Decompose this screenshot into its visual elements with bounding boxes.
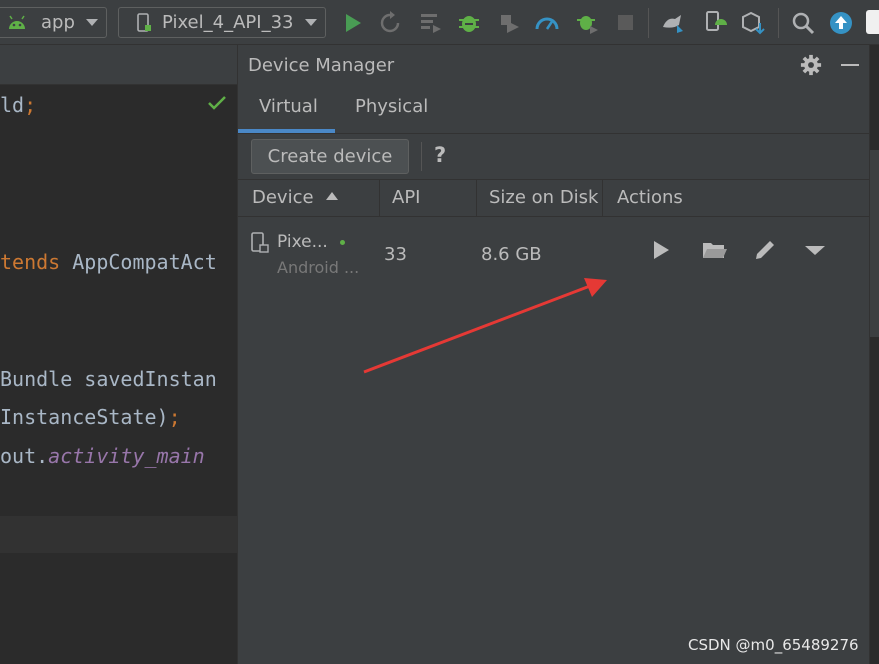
apply-changes-icon[interactable] [419, 11, 443, 35]
device-api: 33 [384, 244, 407, 265]
column-header-size[interactable]: Size on Disk [477, 180, 603, 216]
minimize-icon[interactable] [841, 64, 859, 66]
code-line: out.activity_main [0, 444, 205, 468]
android-icon [9, 15, 25, 29]
tab-divider [238, 133, 870, 134]
run-icon[interactable] [341, 11, 365, 35]
code-line: tends AppCompatAct [0, 250, 217, 274]
current-line-highlight [0, 516, 237, 553]
sdk-manager-icon[interactable] [741, 11, 765, 35]
run-config-selector[interactable]: app [0, 7, 107, 38]
sort-ascending-icon [325, 192, 338, 200]
chevron-down-icon [305, 19, 317, 26]
toolbar-divider [648, 8, 649, 38]
run-config-label: app [41, 12, 75, 33]
device-size: 8.6 GB [481, 244, 542, 265]
search-icon[interactable] [791, 11, 815, 35]
device-table-header: Device API Size on Disk Actions [238, 179, 870, 217]
stop-icon[interactable] [614, 11, 638, 35]
column-header-actions: Actions [617, 187, 683, 208]
right-tool-strip [869, 45, 879, 664]
code-editor[interactable]: ld; tends AppCompatAct Bundle savedInsta… [0, 45, 237, 664]
device-name: Pixe... [277, 232, 328, 252]
main-toolbar: app Pixel_4_API_33 [0, 0, 879, 45]
panel-title: Device Manager [248, 55, 395, 76]
phone-icon [251, 232, 269, 253]
column-header-device[interactable]: Device [238, 180, 380, 216]
update-icon[interactable] [829, 11, 853, 35]
device-subtitle: Android ... [277, 258, 360, 277]
watermark: CSDN @m0_65489276 [688, 636, 859, 654]
online-status-dot [340, 240, 345, 245]
tab-virtual[interactable]: Virtual [259, 96, 318, 117]
rerun-icon[interactable] [378, 11, 402, 35]
device-selector[interactable]: Pixel_4_API_33 [118, 7, 326, 38]
debug-bug-icon[interactable] [575, 11, 599, 35]
toolbar-divider [778, 8, 779, 38]
help-button[interactable]: ? [434, 143, 446, 167]
table-row[interactable]: Pixe... Android ... 33 8.6 GB [238, 218, 870, 290]
account-icon[interactable] [866, 10, 879, 34]
device-manager-icon[interactable] [703, 11, 727, 35]
code-line: InstanceState); [0, 405, 181, 429]
device-label: Pixel_4_API_33 [162, 12, 294, 33]
gear-icon[interactable] [800, 54, 822, 76]
column-header-api[interactable]: API [380, 180, 477, 216]
create-device-button[interactable]: Create device [251, 139, 409, 174]
attach-debugger-icon[interactable] [497, 11, 521, 35]
chevron-down-icon [86, 19, 98, 26]
sync-icon[interactable] [661, 11, 685, 35]
folder-icon[interactable] [700, 236, 728, 264]
device-manager-panel: Device Manager Virtual Physical Create d… [237, 45, 870, 664]
profiler-icon[interactable] [535, 11, 559, 35]
code-line: Bundle savedInstan [0, 367, 217, 391]
editor-tab-strip [0, 45, 237, 85]
phone-icon [137, 12, 151, 32]
code-line: ld; [0, 93, 37, 117]
more-dropdown-icon[interactable] [801, 236, 829, 264]
edit-icon[interactable] [751, 236, 779, 264]
debug-icon[interactable] [457, 11, 481, 35]
launch-icon[interactable] [647, 236, 675, 264]
tab-physical[interactable]: Physical [355, 96, 428, 117]
checkmark-icon [208, 96, 226, 110]
toolbar-divider [421, 142, 422, 171]
